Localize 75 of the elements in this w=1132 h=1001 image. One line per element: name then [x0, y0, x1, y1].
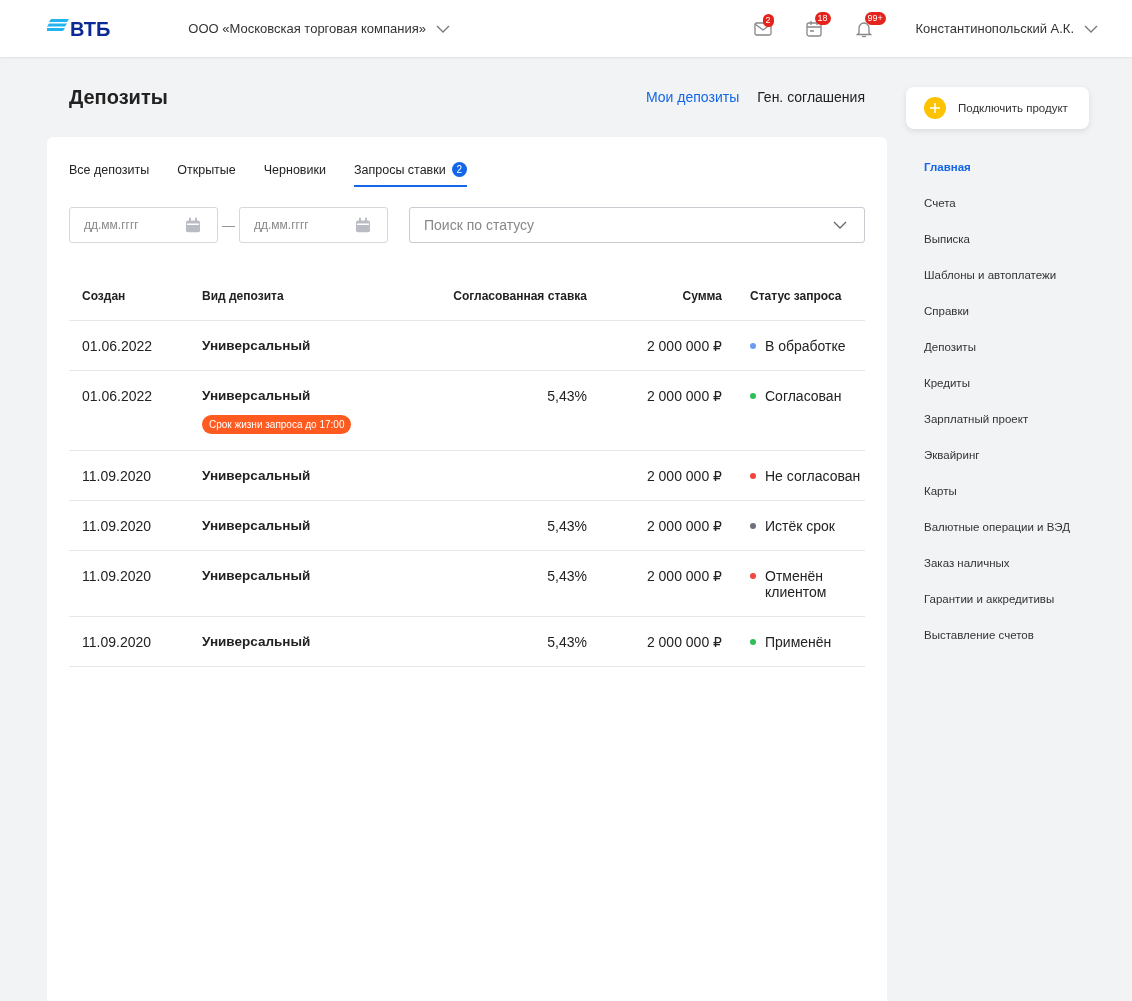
- calendar-icon[interactable]: [805, 20, 822, 37]
- table-cell: 2 000 000 ₽: [587, 370, 722, 451]
- sidebar-item[interactable]: Выставление счетов: [924, 617, 1110, 653]
- date-field[interactable]: дд.мм.гггг: [69, 207, 218, 243]
- notification-badge: 18: [814, 12, 831, 25]
- add-product-button[interactable]: Подключить продукт: [906, 87, 1089, 129]
- deposit-type: Универсальный: [202, 338, 312, 353]
- envelope-icon[interactable]: [753, 21, 772, 36]
- bell-icon[interactable]: [855, 19, 872, 38]
- sidebar-item[interactable]: Валютные операции и ВЭД: [924, 509, 1110, 545]
- status-text: В обработке: [765, 338, 846, 354]
- column-header: Согласованная ставка: [402, 273, 587, 321]
- table-cell: 2 000 000 ₽: [587, 616, 722, 667]
- status-dropdown[interactable]: Поиск по статусу: [409, 207, 865, 243]
- user-menu[interactable]: Константинопольский А.К.: [915, 21, 1098, 36]
- table-cell: 11.09.2020: [69, 450, 202, 501]
- rate-value: 5,43%: [547, 634, 587, 650]
- date-separator: —: [222, 217, 235, 233]
- company-selector[interactable]: ООО «Московская торговая компания»: [188, 21, 450, 36]
- status-text: Не согласован: [765, 468, 861, 484]
- bank-logo[interactable]: ВТБ: [47, 18, 111, 39]
- tab[interactable]: Открытые: [177, 159, 236, 187]
- column-header: Сумма: [587, 273, 722, 321]
- sidebar-item[interactable]: Депозиты: [924, 329, 1110, 365]
- rate-value: 5,43%: [547, 388, 587, 404]
- page-title: Депозиты: [69, 85, 169, 109]
- chevron-down-icon: [1084, 24, 1098, 33]
- sidebar-item[interactable]: Счета: [924, 185, 1110, 221]
- table-cell: 2 000 000 ₽: [587, 500, 722, 551]
- table-cell: 01.06.2022: [69, 370, 202, 451]
- sidebar-item[interactable]: Карты: [924, 473, 1110, 509]
- table-cell: 11.09.2020: [69, 616, 202, 667]
- tab[interactable]: Черновики: [263, 159, 326, 187]
- status-text: Истёк срок: [765, 518, 835, 534]
- tab[interactable]: Запросы ставки 2: [353, 159, 467, 187]
- sidebar-item[interactable]: Зарплатный проект: [924, 401, 1110, 437]
- table-cell: 2 000 000 ₽: [587, 320, 722, 371]
- deposit-type: Универсальный: [202, 518, 312, 533]
- rate-value: 5,43%: [547, 518, 587, 534]
- notification-badge: 99+: [864, 11, 886, 25]
- sidebar-item[interactable]: Кредиты: [924, 365, 1110, 401]
- table-cell: 11.09.2020: [69, 550, 202, 617]
- chevron-down-icon: [833, 221, 847, 229]
- deposit-type: Универсальный: [202, 388, 312, 403]
- sidebar-item[interactable]: Эквайринг: [924, 437, 1110, 473]
- expiry-tag: Срок жизни запроса до 17:00: [202, 415, 352, 434]
- status-text: Отменён клиентом: [765, 568, 828, 600]
- deposit-type: Универсальный: [202, 468, 312, 483]
- sidebar-item[interactable]: Заказ наличных: [924, 545, 1110, 581]
- table-cell: 11.09.2020: [69, 500, 202, 551]
- sidebar-item[interactable]: Справки: [924, 293, 1110, 329]
- chevron-down-icon: [435, 24, 450, 33]
- sidebar-item[interactable]: Выписка: [924, 221, 1110, 257]
- sidebar-item[interactable]: Гарантии и аккредитивы: [924, 581, 1110, 617]
- deposit-type: Универсальный: [202, 634, 312, 649]
- tab[interactable]: Все депозиты: [69, 159, 150, 187]
- column-header: Создан: [69, 273, 202, 321]
- status-text: Применён: [765, 634, 832, 650]
- table-cell: 2 000 000 ₽: [587, 450, 722, 501]
- status-text: Согласован: [765, 388, 842, 404]
- rate-value: 5,43%: [547, 568, 587, 584]
- notification-badge: 2: [762, 13, 774, 27]
- calendar-icon: [186, 217, 200, 233]
- plus-icon: [924, 97, 946, 119]
- calendar-icon: [356, 217, 370, 233]
- deposit-type: Универсальный: [202, 568, 312, 583]
- table-cell: 2 000 000 ₽: [587, 550, 722, 617]
- table-cell: 01.06.2022: [69, 320, 202, 371]
- column-header: Статус запроса: [722, 273, 865, 321]
- column-header: Вид депозита: [202, 273, 402, 321]
- sidebar-item[interactable]: Главная: [924, 149, 1110, 185]
- page-link[interactable]: Мои депозиты: [646, 89, 740, 105]
- page-link[interactable]: Ген. соглашения: [757, 89, 865, 105]
- sidebar-item[interactable]: Шаблоны и автоплатежи: [924, 257, 1110, 293]
- date-field[interactable]: дд.мм.гггг: [239, 207, 388, 243]
